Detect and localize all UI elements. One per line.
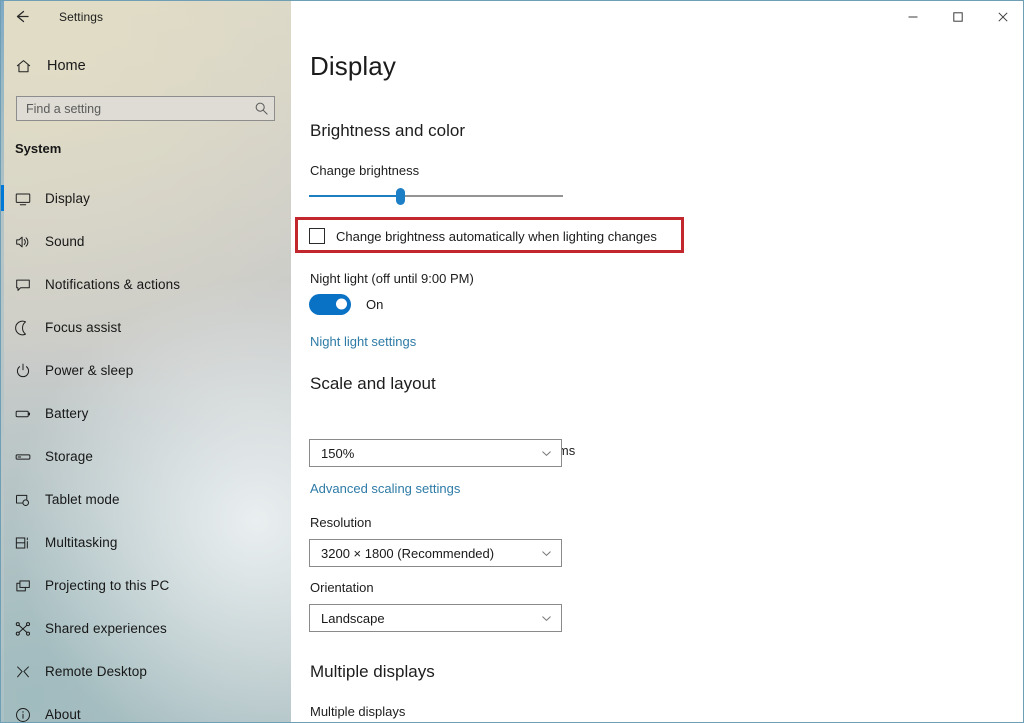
advanced-scaling-settings-link[interactable]: Advanced scaling settings bbox=[310, 481, 460, 496]
slider-thumb[interactable] bbox=[396, 188, 405, 205]
speaker-icon bbox=[1, 233, 45, 251]
sidebar-item-about-label: About bbox=[45, 707, 81, 722]
sidebar-item-focus-assist-label: Focus assist bbox=[45, 320, 122, 335]
sidebar-item-tablet-mode-label: Tablet mode bbox=[45, 492, 120, 507]
remote-desktop-icon bbox=[1, 663, 45, 681]
maximize-button[interactable] bbox=[935, 1, 980, 32]
sidebar-item-notifications-label: Notifications & actions bbox=[45, 277, 181, 292]
scale-dropdown-value: 150% bbox=[321, 445, 355, 461]
search-icon[interactable] bbox=[248, 101, 274, 116]
sidebar-item-battery-label: Battery bbox=[45, 406, 89, 421]
chevron-down-icon bbox=[531, 612, 561, 625]
slider-fill bbox=[309, 195, 401, 197]
tablet-icon bbox=[1, 491, 45, 509]
sidebar-item-shared-experiences-label: Shared experiences bbox=[45, 621, 167, 636]
section-heading-multiple-displays: Multiple displays bbox=[310, 662, 435, 681]
close-button[interactable] bbox=[980, 1, 1023, 32]
auto-brightness-checkbox-label: Change brightness automatically when lig… bbox=[336, 228, 657, 244]
sidebar-item-remote-desktop[interactable]: Remote Desktop bbox=[1, 650, 291, 693]
sidebar-item-tablet-mode[interactable]: Tablet mode bbox=[1, 478, 291, 521]
titlebar-left: Settings bbox=[1, 1, 291, 32]
sidebar-item-storage[interactable]: Storage bbox=[1, 435, 291, 478]
sidebar-item-display-label: Display bbox=[45, 191, 90, 206]
share-nodes-icon bbox=[1, 620, 45, 638]
brightness-slider[interactable] bbox=[309, 187, 563, 205]
sidebar-item-remote-desktop-label: Remote Desktop bbox=[45, 664, 147, 679]
sidebar-item-power-sleep-label: Power & sleep bbox=[45, 363, 134, 378]
sidebar-item-power-sleep[interactable]: Power & sleep bbox=[1, 349, 291, 392]
sidebar-item-shared-experiences[interactable]: Shared experiences bbox=[1, 607, 291, 650]
sidebar-nav-list: Display Sound Notifications & actions Fo… bbox=[1, 177, 291, 723]
sidebar-item-projecting[interactable]: Projecting to this PC bbox=[1, 564, 291, 607]
project-screen-icon bbox=[1, 577, 45, 595]
window-controls bbox=[890, 1, 1023, 32]
sidebar-item-storage-label: Storage bbox=[45, 449, 93, 464]
chevron-down-icon bbox=[531, 547, 561, 560]
moon-icon bbox=[1, 319, 45, 337]
power-icon bbox=[1, 362, 45, 380]
back-arrow-icon[interactable] bbox=[1, 1, 41, 32]
search-box[interactable] bbox=[16, 96, 275, 121]
resolution-dropdown[interactable]: 3200 × 1800 (Recommended) bbox=[309, 539, 562, 567]
sidebar-item-home[interactable]: Home bbox=[1, 52, 291, 80]
sidebar-item-focus-assist[interactable]: Focus assist bbox=[1, 306, 291, 349]
settings-window: Settings Home System bbox=[0, 0, 1024, 723]
sidebar-item-about[interactable]: About bbox=[1, 693, 291, 723]
multitasking-icon bbox=[1, 534, 45, 552]
multiple-displays-sublabel: Multiple displays bbox=[310, 704, 406, 719]
resolution-dropdown-value: 3200 × 1800 (Recommended) bbox=[321, 545, 495, 561]
orientation-label: Orientation bbox=[310, 580, 374, 595]
orientation-dropdown-value: Landscape bbox=[321, 610, 385, 626]
sidebar-group-heading: System bbox=[15, 141, 62, 156]
sidebar-item-display[interactable]: Display bbox=[1, 177, 291, 220]
drive-icon bbox=[1, 448, 45, 466]
sidebar-item-projecting-label: Projecting to this PC bbox=[45, 578, 170, 593]
app-title: Settings bbox=[59, 9, 104, 24]
section-heading-scale: Scale and layout bbox=[310, 374, 436, 393]
night-light-toggle[interactable] bbox=[309, 293, 351, 315]
content-pane: Display Brightness and color Change brig… bbox=[291, 1, 1023, 722]
minimize-button[interactable] bbox=[890, 1, 935, 32]
night-light-label: Night light (off until 9:00 PM) bbox=[310, 271, 474, 286]
chat-bubble-icon bbox=[1, 276, 45, 294]
night-light-toggle-state: On bbox=[366, 296, 384, 312]
night-light-settings-link[interactable]: Night light settings bbox=[310, 334, 416, 349]
section-heading-brightness: Brightness and color bbox=[310, 121, 465, 140]
page-title: Display bbox=[310, 51, 396, 81]
toggle-knob bbox=[336, 298, 347, 310]
auto-brightness-checkbox-row[interactable]: Change brightness automatically when lig… bbox=[309, 227, 657, 245]
sidebar-item-sound-label: Sound bbox=[45, 234, 85, 249]
scale-dropdown[interactable]: 150% bbox=[309, 439, 562, 467]
sidebar-item-sound[interactable]: Sound bbox=[1, 220, 291, 263]
sidebar-item-notifications[interactable]: Notifications & actions bbox=[1, 263, 291, 306]
resolution-label: Resolution bbox=[310, 515, 372, 530]
change-brightness-label: Change brightness bbox=[310, 163, 420, 178]
sidebar-item-home-label: Home bbox=[47, 58, 86, 74]
info-icon bbox=[1, 706, 45, 723]
chevron-down-icon bbox=[531, 447, 561, 460]
orientation-dropdown[interactable]: Landscape bbox=[309, 604, 562, 632]
sidebar-item-multitasking-label: Multitasking bbox=[45, 535, 118, 550]
battery-icon bbox=[1, 405, 45, 423]
monitor-icon bbox=[1, 190, 45, 208]
auto-brightness-checkbox[interactable] bbox=[309, 228, 325, 244]
home-icon bbox=[1, 58, 45, 75]
sidebar-item-battery[interactable]: Battery bbox=[1, 392, 291, 435]
sidebar: Settings Home System bbox=[1, 1, 291, 723]
search-input[interactable] bbox=[17, 101, 248, 116]
night-light-toggle-row[interactable]: On bbox=[309, 293, 383, 315]
sidebar-item-multitasking[interactable]: Multitasking bbox=[1, 521, 291, 564]
